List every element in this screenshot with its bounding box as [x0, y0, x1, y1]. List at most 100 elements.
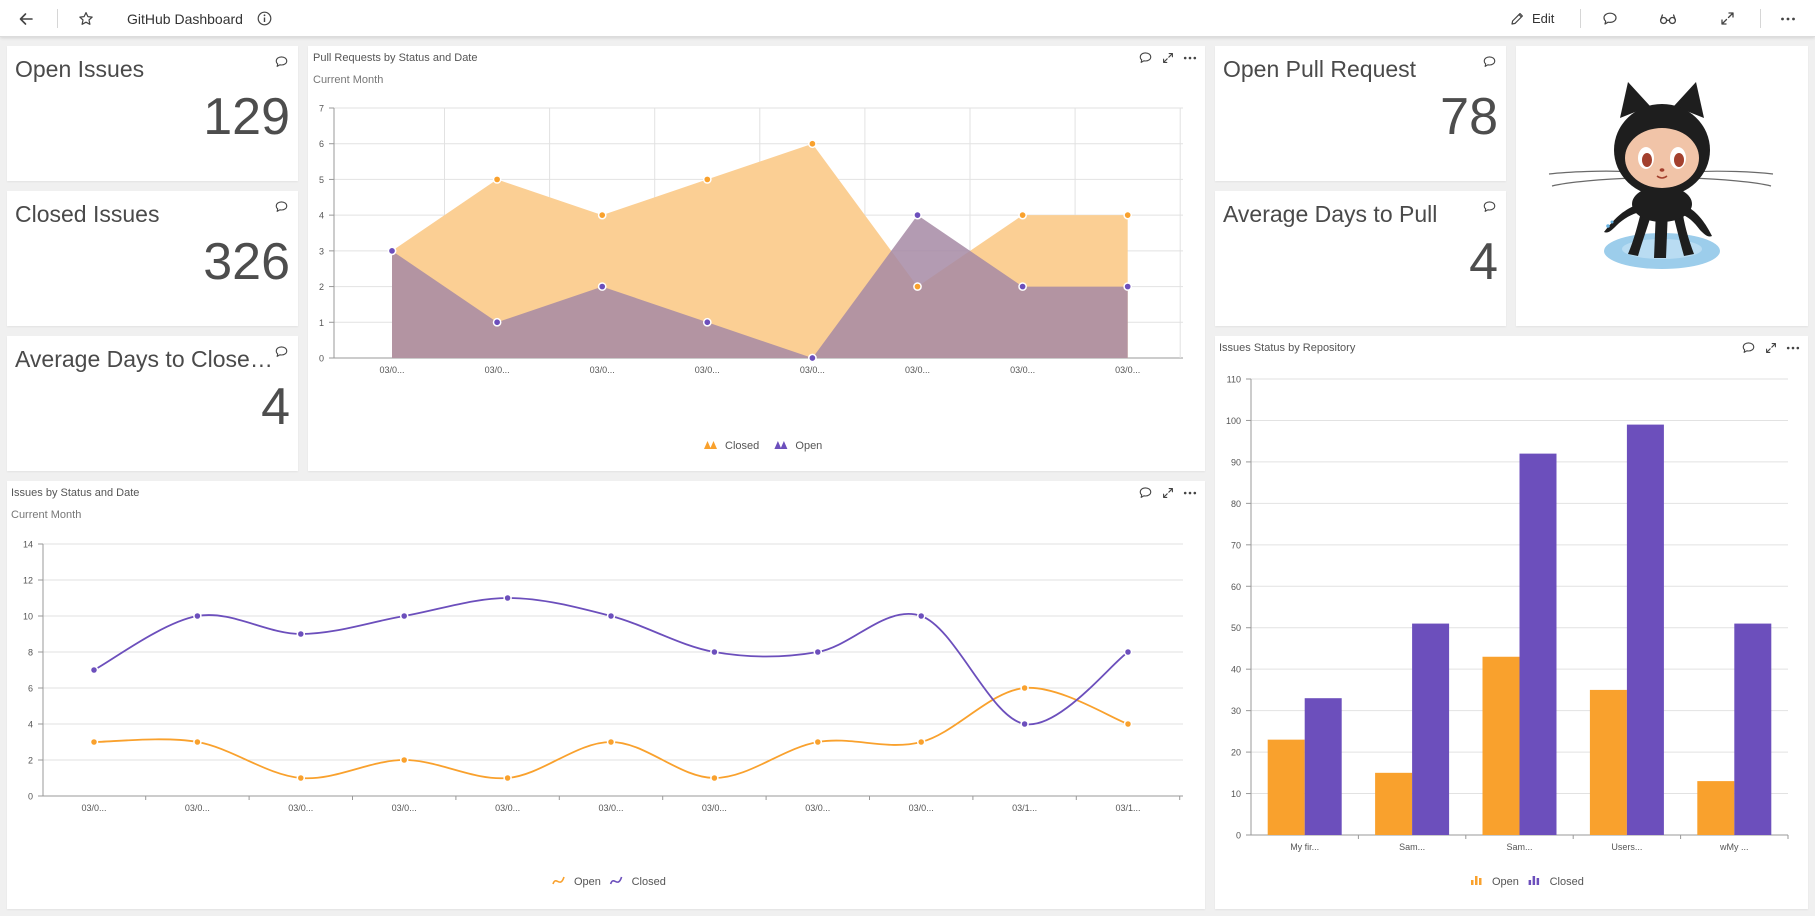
y-tick-label: 8 [28, 648, 33, 658]
open-pull-request-tile[interactable]: Open Pull Request 78 [1215, 46, 1506, 181]
more-horizontal-icon [1780, 11, 1796, 27]
legend-label: Closed [725, 440, 759, 452]
data-point-open [702, 317, 712, 327]
more-horizontal-icon[interactable] [1183, 486, 1197, 500]
data-point-closed [89, 665, 99, 675]
legend-item-open: Open [552, 876, 601, 888]
issues-status-by-repository-chart: 0 10 20 30 40 50 60 70 80 90 100 110 My fir... Sam...… [1226, 375, 1789, 888]
y-tick-label: 20 [1231, 748, 1241, 758]
legend-bar-icon [1536, 878, 1540, 885]
x-tick-label: Users... [1611, 842, 1642, 852]
comments-button[interactable] [1602, 0, 1618, 37]
legend-area-icon [704, 441, 717, 449]
kpi-value: 4 [261, 378, 290, 436]
y-tick-label: 1 [319, 318, 324, 328]
data-point-closed [808, 139, 817, 149]
legend-label: Closed [1550, 876, 1584, 888]
edit-button[interactable]: Edit [1510, 0, 1554, 37]
legend-bar-icon [1475, 876, 1478, 885]
kpi-value: 78 [1440, 88, 1498, 146]
data-point-closed [492, 175, 502, 184]
y-tick-label: 80 [1231, 499, 1241, 509]
legend-label: Open [1492, 876, 1519, 888]
favorite-button[interactable] [78, 0, 94, 37]
comment-icon[interactable] [274, 345, 289, 359]
widget-actions [1138, 51, 1197, 65]
data-point-closed [296, 629, 306, 639]
info-icon [257, 11, 272, 26]
data-point-open [916, 737, 926, 747]
more-horizontal-icon[interactable] [1183, 51, 1197, 65]
kpi-value: 129 [203, 88, 290, 146]
legend-label: Open [574, 876, 601, 888]
comment-icon[interactable] [1741, 341, 1756, 355]
y-tick-label: 2 [28, 756, 33, 766]
data-point-closed [597, 210, 607, 220]
y-tick-label: 12 [23, 576, 33, 586]
data-point-closed [1020, 719, 1029, 729]
kpi-title: Closed Issues [15, 201, 160, 227]
expand-icon [1720, 11, 1735, 26]
x-tick-label: 03/0... [1115, 365, 1140, 375]
comment-icon[interactable] [1482, 200, 1497, 214]
x-tick-label: 03/0... [1010, 365, 1035, 375]
data-point-closed [813, 647, 823, 657]
expand-icon[interactable] [1162, 487, 1174, 499]
x-tick-label: 03/0... [185, 803, 210, 813]
data-point-open [193, 737, 202, 747]
data-point-closed [399, 611, 409, 621]
legend-line-icon [609, 876, 623, 885]
x-tick-label: Sam... [1399, 842, 1425, 852]
issues-status-by-repository-widget: 0 10 20 30 40 50 60 70 80 90 100 110 My fir... Sam...… [1215, 336, 1808, 909]
y-tick-label: 6 [28, 684, 33, 694]
avg-days-to-pull-tile[interactable]: Average Days to Pull 4 [1215, 191, 1506, 326]
data-point-closed [503, 593, 512, 603]
y-tick-label: 30 [1231, 706, 1241, 716]
legend-bar-icon [1471, 880, 1474, 885]
open-issues-tile[interactable]: Open Issues 129 [7, 46, 298, 181]
x-tick-label: 03/1... [1115, 803, 1140, 813]
comment-icon[interactable] [1482, 55, 1497, 69]
closed-issues-tile[interactable]: Closed Issues 326 [7, 191, 298, 326]
data-point-open [813, 737, 823, 747]
y-tick-label: 5 [319, 175, 324, 185]
more-button[interactable] [1780, 0, 1796, 37]
info-button[interactable] [257, 0, 272, 37]
x-tick-label: 03/0... [695, 365, 720, 375]
data-point-open [387, 246, 397, 256]
y-tick-label: 14 [23, 540, 33, 550]
legend-line-icon [552, 876, 565, 885]
widget-subtitle: Current Month [11, 509, 82, 521]
x-tick-label: 03/0... [495, 803, 520, 813]
fullscreen-button[interactable] [1720, 0, 1735, 37]
data-point-open [1123, 719, 1133, 729]
bar-open [1482, 656, 1520, 835]
comment-icon[interactable] [1138, 51, 1153, 65]
legend-item-closed: Closed [1528, 876, 1584, 888]
comment-icon[interactable] [274, 200, 289, 214]
comment-icon[interactable] [1138, 486, 1153, 500]
bar-open [1697, 781, 1735, 835]
kpi-value: 4 [1469, 233, 1498, 291]
legend-label: Open [795, 440, 822, 452]
more-horizontal-icon[interactable] [1786, 341, 1800, 355]
dashboard-title: GitHub Dashboard [127, 10, 243, 27]
back-button[interactable] [18, 0, 34, 37]
toolbar-divider [1760, 9, 1761, 28]
data-point-open [492, 317, 502, 327]
y-tick-label: 0 [319, 354, 324, 364]
x-tick-label: 03/0... [81, 803, 106, 813]
data-point-closed [193, 611, 202, 621]
avg-days-to-close-tile[interactable]: Average Days to Close an I... 4 [7, 336, 298, 471]
comment-icon[interactable] [274, 55, 289, 69]
bar-closed [1412, 623, 1450, 835]
x-tick-label: 03/0... [288, 803, 313, 813]
kpi-title: Open Pull Request [1223, 56, 1417, 82]
widget-title: Issues by Status and Date [11, 487, 140, 499]
expand-icon[interactable] [1765, 342, 1777, 354]
expand-icon[interactable] [1162, 52, 1174, 64]
view-mode-button[interactable] [1659, 0, 1677, 37]
x-tick-label: My fir... [1290, 842, 1319, 852]
pull-requests-widget: 0 1 2 3 4 5 6 7 03/0... 03/0... 03/0... 03/0... 03/0… [308, 46, 1205, 471]
x-tick-label: 03/0... [485, 365, 510, 375]
